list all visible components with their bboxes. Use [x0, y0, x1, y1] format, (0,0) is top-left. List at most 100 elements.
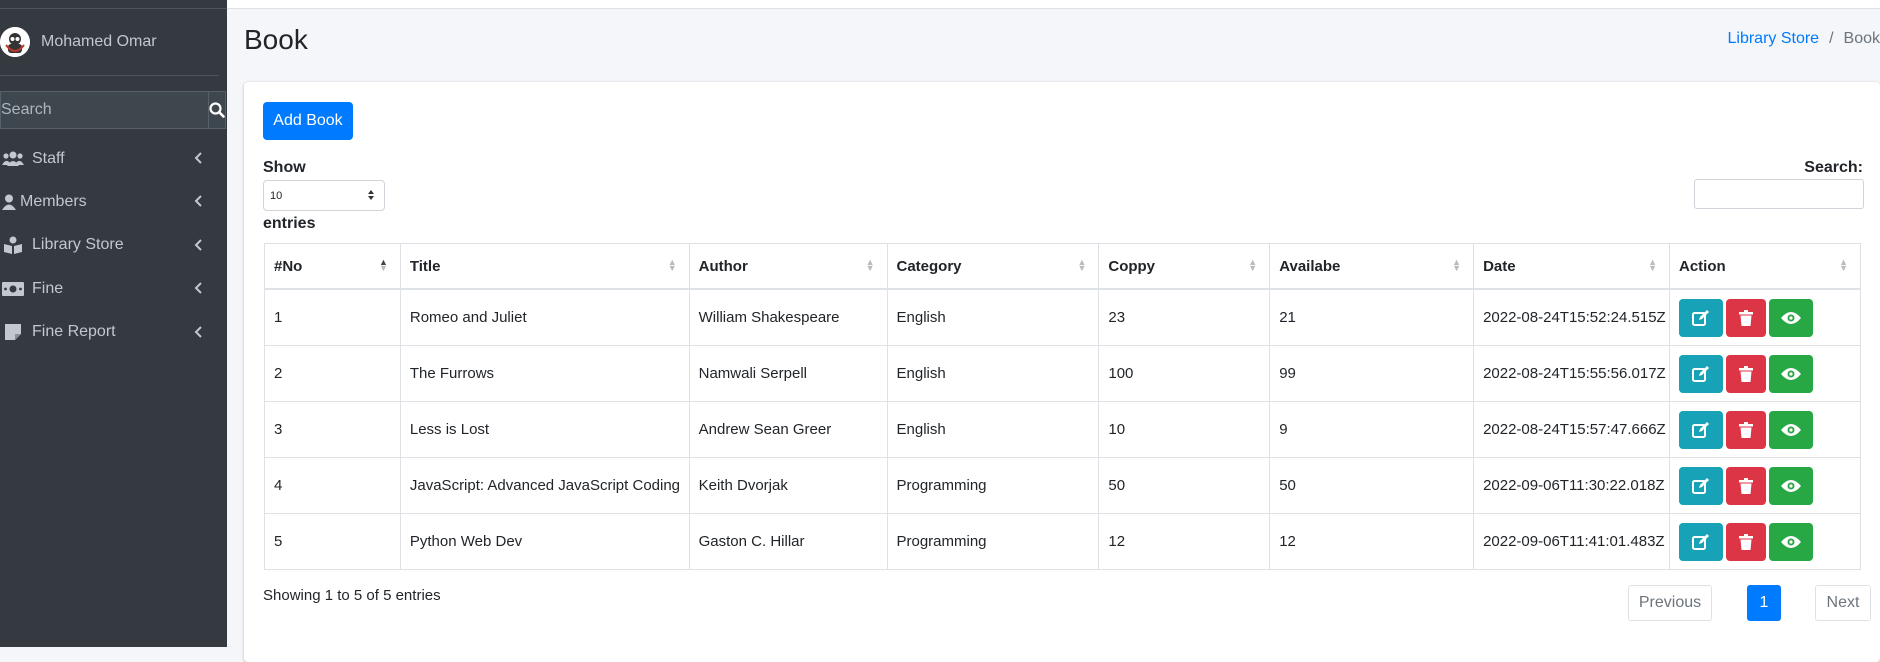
delete-button[interactable] [1725, 522, 1766, 561]
trash-icon [1738, 533, 1753, 550]
sidebar-item-fine[interactable]: Fine [0, 267, 227, 310]
cell-no: 5 [264, 513, 401, 570]
breadcrumb-link-library-store[interactable]: Library Store [1727, 30, 1819, 47]
cell-title: The Furrows [399, 345, 690, 402]
delete-button[interactable] [1725, 298, 1766, 337]
chevron-left-icon [194, 238, 202, 256]
table-row: 4 JavaScript: Advanced JavaScript Coding K… [264, 457, 1862, 514]
edit-icon [1691, 365, 1709, 382]
user-panel[interactable]: Mohamed Omar [0, 9, 219, 76]
edit-button[interactable] [1678, 298, 1723, 337]
cell-copy: 12 [1098, 513, 1271, 570]
search-icon [209, 102, 225, 118]
sidebar-search-input[interactable] [0, 91, 208, 129]
sidebar-item-library-store[interactable]: Library Store [0, 224, 227, 267]
edit-icon [1691, 421, 1709, 438]
column-header-action[interactable]: Action ▲ ▼ [1668, 243, 1862, 290]
cell-actions [1668, 345, 1862, 402]
chevron-left-icon [194, 194, 202, 212]
cell-no: 2 [264, 345, 401, 402]
row-actions [1678, 410, 1860, 449]
cell-available: 12 [1269, 513, 1475, 570]
column-header-label: Author [698, 257, 748, 275]
column-header-no[interactable]: #No ▲ ▼ [264, 243, 401, 290]
delete-button[interactable] [1725, 410, 1766, 449]
sort-icon: ▲ ▼ [378, 257, 388, 273]
cell-author: William Shakespeare [688, 288, 888, 346]
row-actions [1678, 354, 1860, 393]
cell-title: JavaScript: Advanced JavaScript Coding [399, 457, 690, 514]
column-header-label: Action [1678, 257, 1726, 275]
cell-date: 2022-08-24T15:55:56.017Z [1473, 345, 1670, 402]
trash-icon [1738, 421, 1753, 438]
column-header-label: Category [896, 257, 962, 275]
cell-actions [1668, 513, 1862, 570]
cell-copy: 50 [1098, 457, 1271, 514]
breadcrumb-active: Book [1843, 30, 1880, 47]
edit-icon [1691, 533, 1709, 550]
view-button[interactable] [1768, 298, 1813, 337]
sidebar-search-button[interactable] [208, 91, 226, 129]
pagination-previous[interactable]: Previous [1628, 585, 1712, 621]
money-bill-icon [0, 281, 26, 296]
sidebar-top-divider [0, 0, 227, 9]
view-button[interactable] [1768, 522, 1813, 561]
column-header-author[interactable]: Author ▲ ▼ [688, 243, 888, 290]
column-header-copy[interactable]: Coppy ▲ ▼ [1098, 243, 1271, 290]
breadcrumb: Library Store / Book [1727, 30, 1880, 48]
avatar[interactable] [0, 27, 30, 57]
pagination-next[interactable]: Next [1815, 585, 1871, 621]
sidebar-item-members[interactable]: Members [0, 180, 227, 223]
cell-no: 4 [264, 457, 401, 514]
eye-icon [1780, 479, 1801, 492]
sidebar-item-label: Members [20, 193, 87, 211]
cell-category: Programming [886, 457, 1100, 514]
entries-length-select[interactable]: 10 [263, 180, 385, 211]
sidebar-nav: Staff Members Library Store Fine Fine Re… [0, 137, 227, 354]
book-reader-icon [0, 236, 26, 255]
eye-icon [1780, 423, 1801, 436]
column-header-category[interactable]: Category ▲ ▼ [886, 243, 1100, 290]
select-arrows-icon [367, 189, 375, 204]
delete-button[interactable] [1725, 466, 1766, 505]
column-header-label: Availabe [1279, 257, 1341, 275]
cell-actions [1668, 288, 1862, 346]
cell-date: 2022-09-06T11:30:22.018Z [1473, 457, 1670, 514]
sort-icon: ▲ ▼ [1452, 257, 1462, 273]
sidebar-item-fine-report[interactable]: Fine Report [0, 311, 227, 354]
sidebar-item-label: Staff [32, 149, 65, 167]
sidebar: Mohamed Omar Staff Members [0, 0, 227, 647]
column-header-date[interactable]: Date ▲ ▼ [1473, 243, 1670, 290]
column-header-label: #No [274, 257, 303, 275]
sort-icon: ▲ ▼ [1648, 257, 1657, 273]
cell-actions [1668, 401, 1862, 458]
edit-button[interactable] [1678, 410, 1723, 449]
column-header-title[interactable]: Title ▲ ▼ [399, 243, 690, 290]
cell-category: Programming [886, 513, 1100, 570]
view-button[interactable] [1768, 466, 1813, 505]
sidebar-search [0, 91, 226, 129]
add-book-button[interactable]: Add Book [263, 102, 353, 140]
pagination-page-1[interactable]: 1 [1747, 585, 1781, 621]
column-header-available[interactable]: Availabe ▲ ▼ [1269, 243, 1475, 290]
edit-button[interactable] [1678, 354, 1723, 393]
cell-date: 2022-08-24T15:57:47.666Z [1473, 401, 1670, 458]
edit-icon [1691, 309, 1709, 326]
cell-category: English [886, 288, 1100, 346]
user-name[interactable]: Mohamed Omar [41, 33, 157, 51]
sidebar-item-staff[interactable]: Staff [0, 137, 227, 180]
edit-button[interactable] [1678, 466, 1723, 505]
eye-icon [1780, 367, 1801, 380]
table-search-input[interactable] [1694, 179, 1864, 209]
view-button[interactable] [1768, 410, 1813, 449]
cell-category: English [886, 401, 1100, 458]
delete-button[interactable] [1725, 354, 1766, 393]
cell-copy: 10 [1098, 401, 1271, 458]
column-header-label: Title [409, 257, 441, 275]
sidebar-item-label: Fine [32, 279, 64, 297]
view-button[interactable] [1768, 354, 1813, 393]
cell-available: 50 [1269, 457, 1475, 514]
edit-button[interactable] [1678, 522, 1723, 561]
column-header-label: Date [1483, 257, 1516, 275]
cell-category: English [886, 345, 1100, 402]
